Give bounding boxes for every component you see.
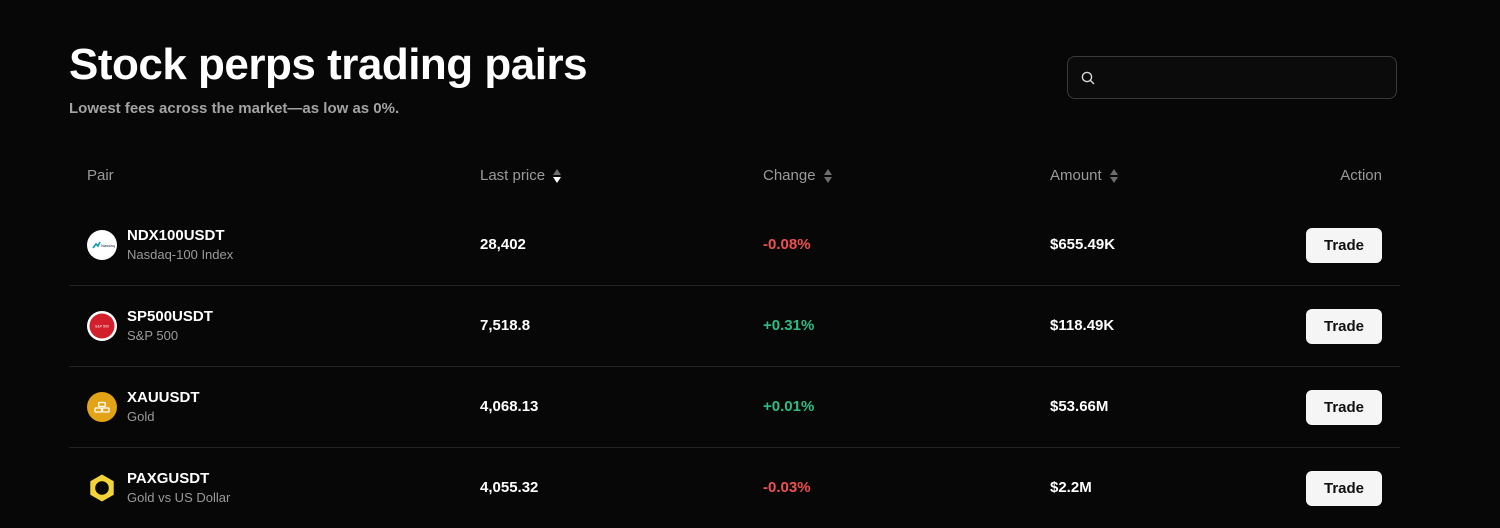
paxg-hexagon-icon (87, 473, 117, 503)
pairs-table: Pair Last price Change Amount Action Nas… (69, 150, 1400, 528)
pair-description: Gold vs US Dollar (127, 490, 231, 505)
price-change: -0.03% (763, 479, 811, 496)
column-header-action: Action (1340, 167, 1382, 185)
trading-pairs-page: Stock perps trading pairs Lowest fees ac… (0, 0, 1500, 528)
table-header: Pair Last price Change Amount Action (69, 150, 1400, 205)
column-header-action-label: Action (1340, 167, 1382, 184)
pair-symbol: NDX100USDT (127, 227, 225, 244)
trade-button[interactable]: Trade (1306, 390, 1382, 425)
trade-amount: $655.49K (1050, 236, 1116, 253)
page-subtitle: Lowest fees across the market—as low as … (69, 100, 400, 117)
sort-icon[interactable] (823, 169, 832, 183)
sp500-logo-icon: S&P 500 (87, 311, 117, 341)
search-icon (1080, 70, 1096, 86)
pair-symbol: PAXGUSDT (127, 470, 210, 487)
last-price: 7,518.8 (480, 317, 531, 334)
trade-button[interactable]: Trade (1306, 228, 1382, 263)
column-header-amount[interactable]: Amount (1050, 167, 1118, 185)
trade-button[interactable]: Trade (1306, 471, 1382, 506)
search-input[interactable] (1096, 56, 1396, 99)
last-price: 4,068.13 (480, 398, 539, 415)
column-header-last-price-label: Last price (480, 167, 546, 184)
column-header-change-label: Change (763, 167, 816, 184)
sort-descending-icon[interactable] (553, 169, 562, 183)
column-header-change[interactable]: Change (763, 167, 832, 185)
table-row[interactable]: PAXGUSDT Gold vs US Dollar 4,055.32 -0.0… (69, 448, 1400, 528)
pair-description: Nasdaq-100 Index (127, 247, 234, 262)
column-header-pair: Pair (87, 167, 114, 185)
price-change: -0.08% (763, 236, 811, 253)
nasdaq-logo-icon: Nasdaq (87, 230, 117, 260)
pair-description: Gold (127, 409, 155, 424)
last-price: 28,402 (480, 236, 526, 253)
last-price: 4,055.32 (480, 479, 539, 496)
trade-amount: $53.66M (1050, 398, 1109, 415)
pair-description: S&P 500 (127, 328, 179, 343)
trade-button[interactable]: Trade (1306, 309, 1382, 344)
table-row[interactable]: Nasdaq NDX100USDT Nasdaq-100 Index 28,40… (69, 205, 1400, 286)
pair-symbol: SP500USDT (127, 308, 213, 325)
nasdaq-logo-text: Nasdaq (101, 243, 115, 248)
trade-amount: $2.2M (1050, 479, 1092, 496)
page-title: Stock perps trading pairs (69, 40, 588, 89)
gold-bars-icon (87, 392, 117, 422)
search-box[interactable] (1067, 56, 1397, 99)
price-change: +0.31% (763, 317, 815, 334)
price-change: +0.01% (763, 398, 815, 415)
table-row[interactable]: S&P 500 SP500USDT S&P 500 7,518.8 +0.31%… (69, 286, 1400, 367)
table-row[interactable]: XAUUSDT Gold 4,068.13 +0.01% $53.66M Tra… (69, 367, 1400, 448)
sp500-logo-text: S&P 500 (95, 324, 109, 328)
column-header-amount-label: Amount (1050, 167, 1102, 184)
column-header-last-price[interactable]: Last price (480, 167, 562, 185)
pair-symbol: XAUUSDT (127, 389, 200, 406)
column-header-pair-label: Pair (87, 167, 114, 184)
sort-icon[interactable] (1109, 169, 1118, 183)
trade-amount: $118.49K (1050, 317, 1115, 334)
